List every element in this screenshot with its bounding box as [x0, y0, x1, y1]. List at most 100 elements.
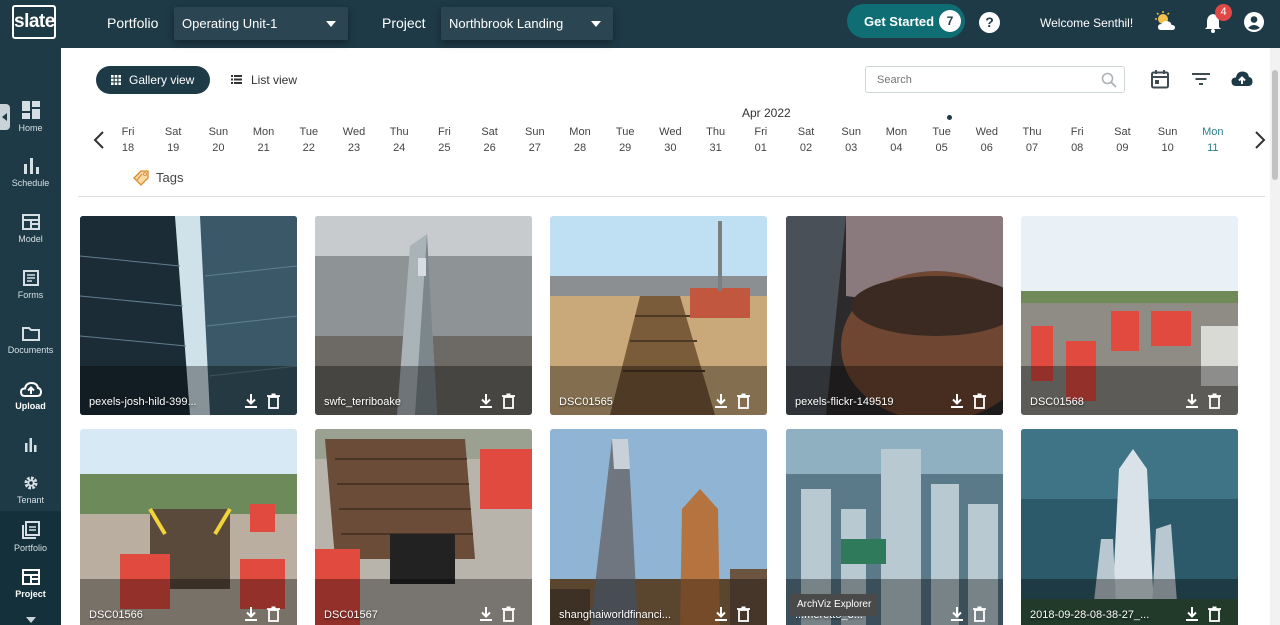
date-item[interactable]: Tue 05 — [922, 124, 962, 156]
trash-icon[interactable] — [267, 606, 280, 622]
trash-icon[interactable] — [502, 606, 515, 622]
date-weekday: Sat — [164, 126, 182, 138]
photo-thumbnail[interactable] — [315, 429, 532, 625]
trash-icon[interactable] — [1208, 393, 1221, 409]
date-item[interactable]: Thu 07 — [1012, 124, 1052, 156]
chevron-down-icon[interactable] — [26, 617, 36, 623]
date-item[interactable]: Wed 23 — [334, 124, 374, 156]
bar-chart-icon — [23, 158, 39, 174]
download-icon[interactable] — [244, 606, 258, 621]
date-item[interactable]: Wed 30 — [650, 124, 690, 156]
download-icon[interactable] — [714, 393, 728, 408]
date-item[interactable]: Sat 19 — [153, 124, 193, 156]
list-view-button[interactable]: List view — [231, 73, 297, 87]
trash-icon[interactable] — [502, 393, 515, 409]
sidebar-item-upload[interactable]: Upload — [0, 381, 61, 411]
trash-icon[interactable] — [267, 393, 280, 409]
date-number: 30 — [664, 142, 677, 154]
date-item[interactable]: Tue 22 — [289, 124, 329, 156]
photo-thumbnail[interactable] — [315, 216, 532, 415]
date-item[interactable]: Mon 04 — [876, 124, 916, 156]
welcome-message: Welcome Senthil! — [1040, 16, 1134, 30]
gallery-item[interactable]: pexels-josh-hild-399... — [80, 216, 297, 415]
date-item[interactable]: Fri 25 — [424, 124, 464, 156]
download-icon[interactable] — [244, 393, 258, 408]
cloud-upload-icon[interactable] — [1231, 69, 1253, 89]
portfolio-dropdown[interactable]: Operating Unit-1 — [174, 7, 348, 40]
photo-thumbnail[interactable] — [80, 429, 297, 625]
trash-icon[interactable] — [737, 606, 750, 622]
date-item[interactable]: Mon 21 — [244, 124, 284, 156]
download-icon[interactable] — [479, 393, 493, 408]
sidebar-item-forms[interactable]: Forms — [0, 270, 61, 300]
gallery-item[interactable]: 2018-09-28-08-38-27_... — [1021, 429, 1238, 625]
download-icon[interactable] — [714, 606, 728, 621]
project-dropdown[interactable]: Northbrook Landing — [441, 7, 613, 40]
gallery-item[interactable]: DSC01565 — [550, 216, 767, 415]
trash-icon[interactable] — [973, 606, 986, 622]
tags-button[interactable]: Tags — [131, 168, 183, 188]
trash-icon[interactable] — [973, 393, 986, 409]
photo-thumbnail[interactable] — [550, 429, 767, 625]
help-icon[interactable]: ? — [979, 12, 1000, 33]
sidebar-item-portfolio[interactable]: Portfolio — [0, 521, 61, 553]
date-item[interactable]: Thu 31 — [696, 124, 736, 156]
photo-thumbnail[interactable] — [786, 216, 1003, 415]
chevron-right-icon[interactable] — [1254, 131, 1266, 149]
trash-icon[interactable] — [1208, 606, 1221, 622]
sidebar-item-project[interactable]: Project — [0, 569, 61, 599]
photo-caption: 2018-09-28-08-38-27_... — [1030, 609, 1150, 621]
date-weekday: Mon — [569, 126, 591, 138]
download-icon[interactable] — [479, 606, 493, 621]
sidebar-item-home[interactable]: Home — [0, 101, 61, 133]
chevron-left-icon[interactable] — [93, 131, 105, 149]
date-item[interactable]: Sun 27 — [515, 124, 555, 156]
gallery-item[interactable]: pexels-flickr-149519 — [786, 216, 1003, 415]
sidebar-item-model[interactable]: Model — [0, 214, 61, 244]
date-item[interactable]: Sun 03 — [831, 124, 871, 156]
date-item[interactable]: Fri 08 — [1057, 124, 1097, 156]
download-icon[interactable] — [950, 393, 964, 408]
date-item[interactable]: Tue 29 — [605, 124, 645, 156]
gallery-item[interactable]: DSC01566 — [80, 429, 297, 625]
download-icon[interactable] — [1185, 606, 1199, 621]
date-item[interactable]: Mon 28 — [560, 124, 600, 156]
date-item[interactable]: Wed 06 — [967, 124, 1007, 156]
date-weekday: Thu — [389, 126, 409, 138]
date-item[interactable]: Sun 20 — [198, 124, 238, 156]
date-item[interactable]: Fri 01 — [741, 124, 781, 156]
search-input[interactable] — [865, 66, 1125, 93]
sidebar-item-documents[interactable]: Documents — [0, 326, 61, 355]
app-logo[interactable]: slate — [12, 5, 56, 39]
date-item[interactable]: Sun 10 — [1148, 124, 1188, 156]
photo-thumbnail[interactable] — [550, 216, 767, 415]
date-item[interactable]: Fri 18 — [108, 124, 148, 156]
notification-count: 4 — [1215, 4, 1232, 21]
get-started-button[interactable]: Get Started 7 — [847, 4, 965, 38]
photo-thumbnail[interactable] — [80, 216, 297, 415]
sidebar-item-tenant[interactable]: Tenant — [0, 475, 61, 505]
trash-icon[interactable] — [737, 393, 750, 409]
photo-caption: DSC01568 — [1030, 396, 1084, 408]
scrollbar-thumb[interactable] — [1272, 70, 1278, 180]
gallery-item[interactable]: DSC01567 — [315, 429, 532, 625]
download-icon[interactable] — [1185, 393, 1199, 408]
sidebar-item-schedule[interactable]: Schedule — [0, 158, 61, 188]
photo-thumbnail[interactable] — [1021, 429, 1238, 625]
date-item[interactable]: Sat 26 — [470, 124, 510, 156]
gallery-item[interactable]: swfc_terriboake — [315, 216, 532, 415]
calendar-icon[interactable] — [1150, 69, 1170, 89]
photo-thumbnail[interactable] — [1021, 216, 1238, 415]
gallery-item[interactable]: DSC01568 — [1021, 216, 1238, 415]
date-item[interactable]: Mon 11 — [1193, 124, 1233, 156]
sidebar-item-analytics[interactable] — [0, 438, 61, 456]
gallery-item[interactable]: shanghaiworldfinanci... — [550, 429, 767, 625]
date-item[interactable]: Sat 09 — [1102, 124, 1142, 156]
filter-icon[interactable] — [1191, 69, 1211, 89]
date-item[interactable]: Sat 02 — [786, 124, 826, 156]
date-item[interactable]: Thu 24 — [379, 124, 419, 156]
download-icon[interactable] — [950, 606, 964, 621]
gallery-view-button[interactable]: Gallery view — [96, 66, 210, 94]
user-avatar-icon[interactable] — [1244, 12, 1264, 32]
search-icon[interactable] — [1101, 72, 1117, 88]
